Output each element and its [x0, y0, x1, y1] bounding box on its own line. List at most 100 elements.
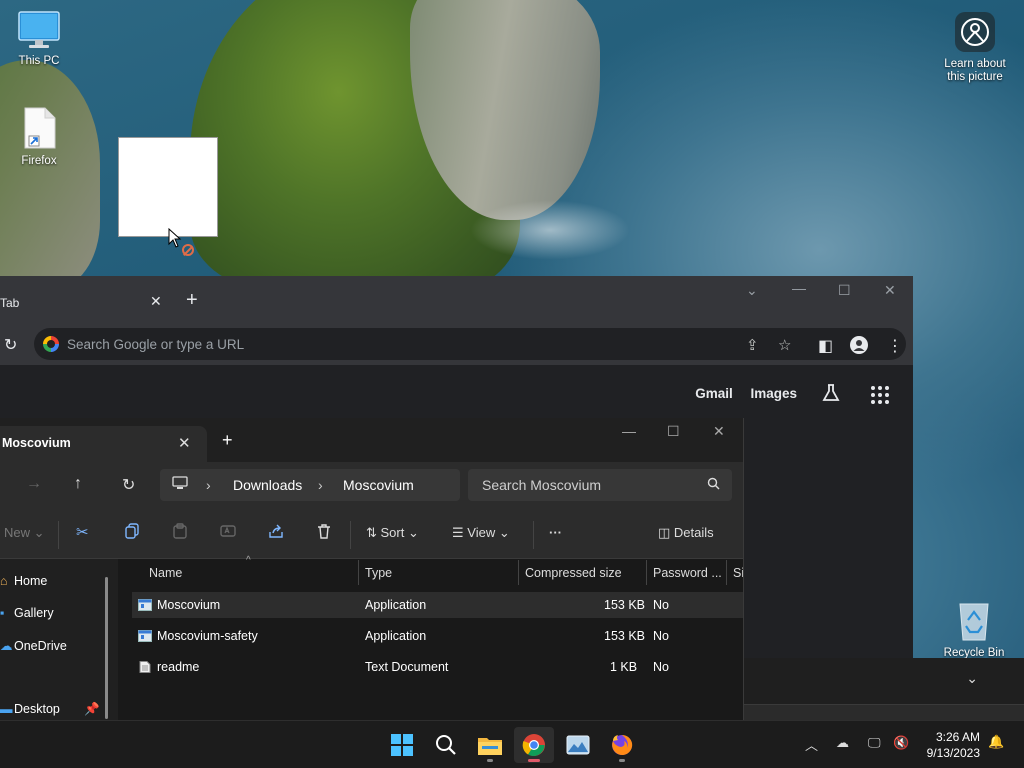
- more-options-button[interactable]: ···: [549, 525, 562, 540]
- refresh-icon[interactable]: ↻: [122, 475, 135, 495]
- share-icon[interactable]: [268, 523, 284, 542]
- sidebar-item-label: OneDrive: [14, 639, 67, 653]
- search-input[interactable]: Search Moscovium: [468, 469, 732, 501]
- sort-ascending-icon: ^: [246, 555, 251, 566]
- explorer-tab[interactable]: Moscovium ✕: [0, 426, 207, 462]
- tab-search-chevron-icon[interactable]: ⌄: [746, 282, 758, 299]
- paste-icon[interactable]: [172, 523, 188, 542]
- labs-flask-icon[interactable]: [821, 383, 841, 403]
- breadcrumb-downloads[interactable]: Downloads: [233, 477, 302, 493]
- file-password: No: [653, 629, 669, 643]
- column-header-size[interactable]: Si: [733, 566, 743, 580]
- cut-icon[interactable]: ✂: [76, 523, 89, 541]
- rename-icon[interactable]: [220, 523, 236, 542]
- strip-divider: [744, 704, 1024, 720]
- onedrive-cloud-icon[interactable]: ☁: [836, 735, 849, 751]
- maximize-icon[interactable]: ☐: [667, 423, 680, 440]
- share-icon[interactable]: ⇪: [746, 336, 759, 354]
- monitor-icon: [18, 11, 60, 48]
- explorer-titlebar: Moscovium ✕ + — ☐ ✕: [0, 418, 743, 462]
- sidebar-item-onedrive[interactable]: ☁ OneDrive: [0, 638, 67, 653]
- column-divider[interactable]: [518, 560, 519, 585]
- sidebar-scrollbar[interactable]: [105, 577, 108, 719]
- sidebar-item-desktop[interactable]: ▬ Desktop 📌: [0, 702, 100, 716]
- windows-logo-icon: [391, 734, 413, 756]
- reload-icon[interactable]: ↻: [4, 335, 17, 355]
- details-label: Details: [673, 525, 714, 540]
- details-button[interactable]: ◫ Details: [658, 525, 714, 541]
- show-hidden-icons-chevron-icon[interactable]: ︿: [805, 735, 818, 754]
- drag-preview: [118, 137, 218, 237]
- omnibox[interactable]: Search Google or type a URL ⇪ ☆: [34, 328, 906, 360]
- view-button[interactable]: ☰ View ⌄: [452, 525, 510, 541]
- desktop-icon-firefox[interactable]: Firefox: [3, 106, 75, 168]
- camera-icon: [955, 12, 995, 52]
- start-button[interactable]: [382, 727, 422, 763]
- column-header-compressed-size[interactable]: Compressed size: [525, 566, 622, 580]
- desktop-icon-label: This PC: [18, 55, 60, 67]
- notification-bell-icon[interactable]: 🔔: [988, 734, 1004, 750]
- sidebar-item-home[interactable]: ⌂ Home: [0, 574, 47, 588]
- up-arrow-icon[interactable]: ↑: [74, 475, 82, 493]
- address-bar[interactable]: › Downloads › Moscovium: [160, 469, 460, 501]
- taskbar-chrome[interactable]: [514, 727, 554, 763]
- sort-button[interactable]: ⇅ Sort ⌄: [366, 525, 419, 541]
- chrome-tabbar: Tab ✕ + ⌄ — ☐ ✕: [0, 276, 913, 326]
- copy-icon[interactable]: [124, 523, 140, 542]
- desktop-icon-label: Firefox: [21, 155, 57, 167]
- desktop-icon-this-pc[interactable]: This PC: [3, 10, 75, 68]
- gallery-icon: ▪: [0, 606, 5, 620]
- column-header-name[interactable]: Name: [149, 566, 182, 580]
- side-panel-icon[interactable]: ◧: [818, 336, 833, 356]
- profile-avatar-icon[interactable]: [850, 336, 868, 359]
- file-explorer-window: Moscovium ✕ + — ☐ ✕ → ↑ ↻ › Downloads › …: [0, 418, 744, 720]
- column-divider[interactable]: [726, 560, 727, 585]
- pin-icon[interactable]: 📌: [84, 702, 100, 717]
- desktop-folder-icon: ▬: [0, 702, 13, 716]
- taskbar-file-explorer[interactable]: [470, 727, 510, 763]
- close-tab-icon[interactable]: ✕: [150, 293, 162, 310]
- taskbar-photos[interactable]: [558, 727, 598, 763]
- file-row[interactable]: readme Text Document 1 KB No: [132, 654, 743, 680]
- close-window-icon[interactable]: ✕: [713, 423, 725, 440]
- active-indicator: [528, 759, 540, 762]
- sidebar-item-gallery[interactable]: ▪ Gallery: [0, 606, 54, 620]
- chrome-tab[interactable]: Tab ✕: [0, 284, 172, 326]
- forward-arrow-icon[interactable]: →: [26, 475, 42, 493]
- google-apps-icon[interactable]: [871, 386, 889, 404]
- breadcrumb-moscovium[interactable]: Moscovium: [343, 477, 414, 493]
- column-divider[interactable]: [646, 560, 647, 585]
- volume-muted-icon[interactable]: 🔇: [893, 735, 909, 751]
- close-tab-icon[interactable]: ✕: [178, 434, 191, 452]
- file-row[interactable]: Moscovium-safety Application 153 KB No: [132, 623, 743, 649]
- divider: [533, 521, 534, 549]
- column-header-type[interactable]: Type: [365, 566, 392, 580]
- desktop-icon-learn-picture[interactable]: Learn about this picture: [939, 12, 1011, 84]
- file-row[interactable]: Moscovium Application 153 KB No: [132, 592, 743, 618]
- delete-icon[interactable]: [316, 523, 332, 542]
- desktop-icon-recycle-bin[interactable]: Recycle Bin: [938, 598, 1010, 660]
- column-header-password[interactable]: Password ...: [653, 566, 722, 580]
- sidebar-item-label: Gallery: [14, 606, 54, 620]
- minimize-icon[interactable]: —: [622, 423, 636, 439]
- sort-label: Sort: [380, 525, 405, 540]
- bookmark-star-icon[interactable]: ☆: [778, 336, 791, 354]
- close-window-icon[interactable]: ✕: [884, 282, 896, 299]
- taskbar-search-button[interactable]: [426, 727, 466, 763]
- mouse-cursor-icon: [168, 228, 182, 248]
- images-link[interactable]: Images: [750, 386, 797, 401]
- chrome-menu-icon[interactable]: ⋮: [887, 336, 903, 356]
- column-divider[interactable]: [358, 560, 359, 585]
- gmail-link[interactable]: Gmail: [695, 386, 733, 401]
- taskbar-firefox[interactable]: [602, 727, 642, 763]
- maximize-icon[interactable]: ☐: [838, 282, 851, 299]
- file-name: Moscovium-safety: [157, 629, 258, 643]
- chevron-down-icon[interactable]: ⌄: [966, 670, 978, 687]
- google-g-icon: [43, 336, 59, 352]
- new-button[interactable]: New ⌄: [4, 525, 45, 541]
- new-tab-button[interactable]: +: [222, 431, 233, 449]
- minimize-icon[interactable]: —: [792, 280, 806, 296]
- system-clock[interactable]: 3:26 AM 9/13/2023: [927, 729, 980, 761]
- new-tab-button[interactable]: +: [186, 290, 198, 310]
- network-icon[interactable]: 🖵: [868, 735, 881, 751]
